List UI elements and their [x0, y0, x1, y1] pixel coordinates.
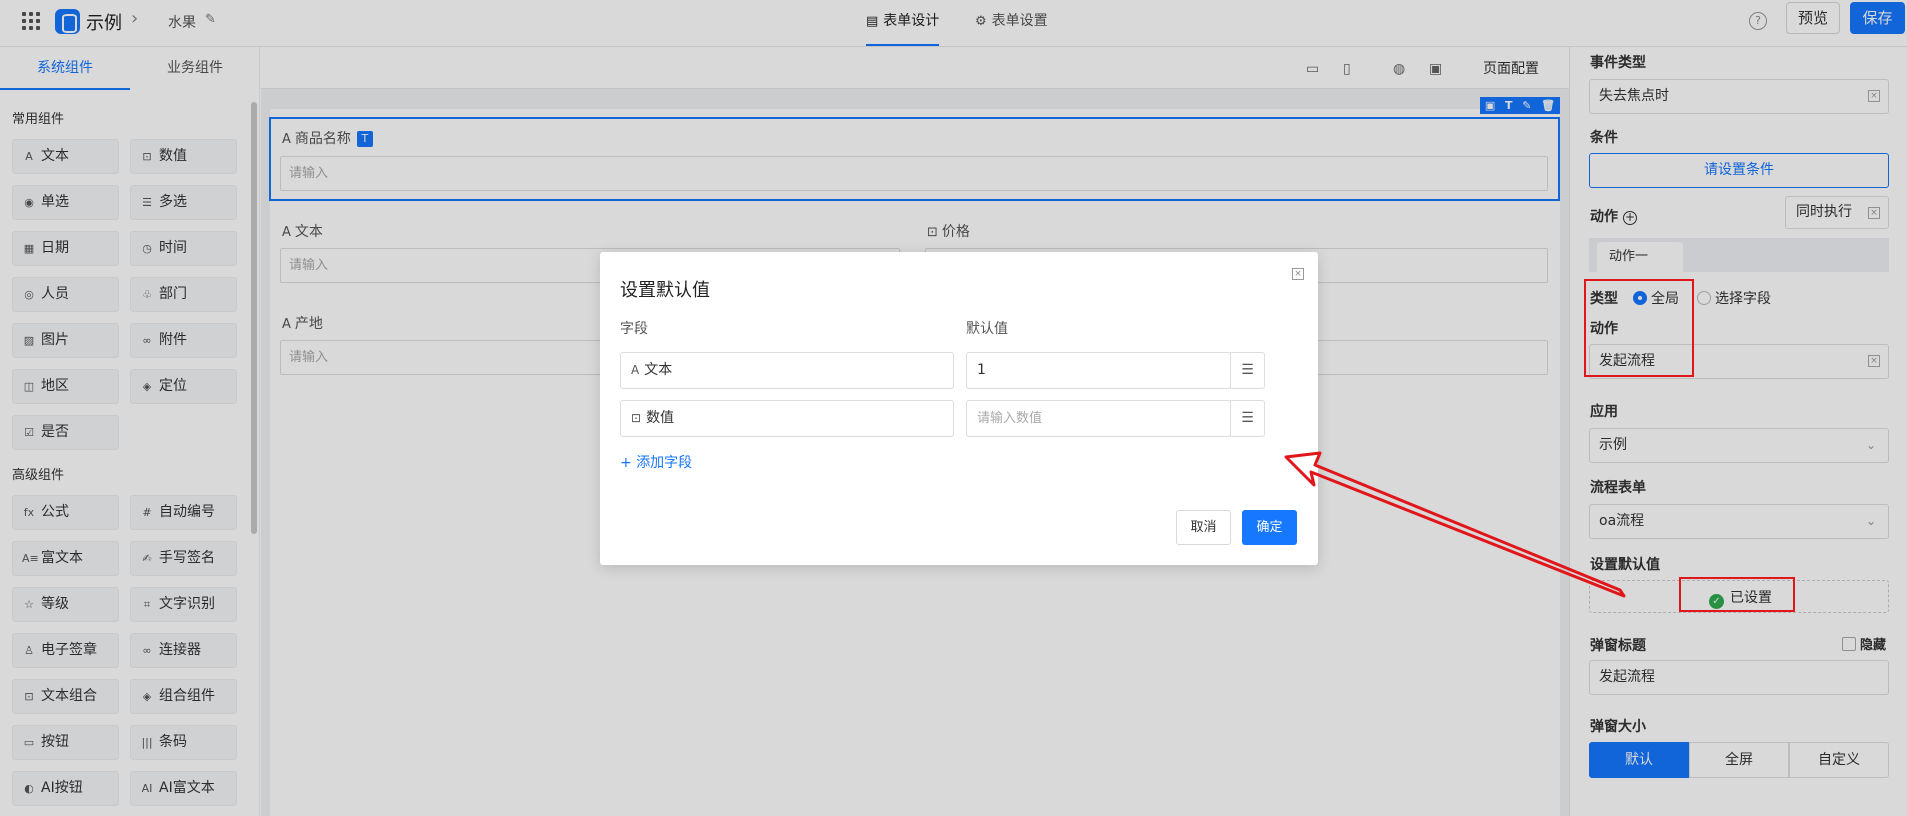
annotation-arrow-icon	[1284, 451, 1626, 598]
